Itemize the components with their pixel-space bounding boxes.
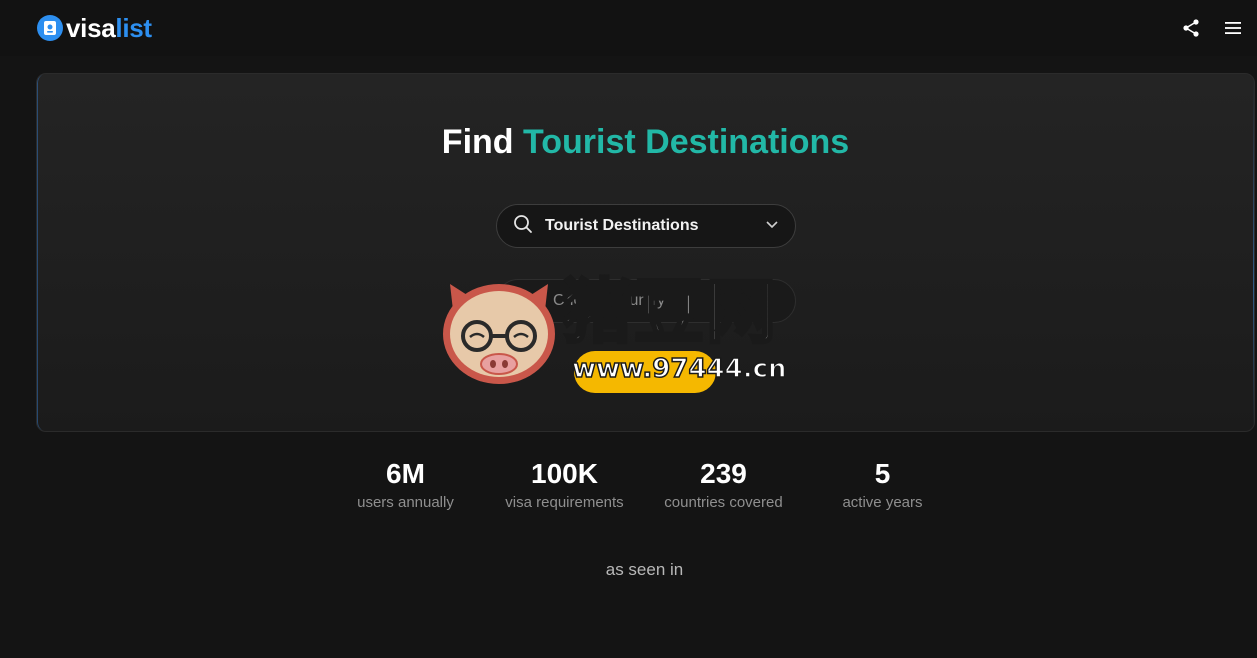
search-type-select[interactable]: Tourist Destinations: [496, 204, 796, 248]
search-hero-card: Find Tourist Destinations Tourist Destin…: [36, 73, 1255, 432]
logo-visa-text: visa: [66, 13, 116, 43]
country-field[interactable]: [496, 279, 796, 323]
stat-value: 5: [874, 458, 891, 489]
search-button[interactable]: [574, 351, 716, 393]
loading-spinner-icon: [513, 290, 531, 313]
logo-wordmark: visalist: [66, 15, 152, 41]
share-icon[interactable]: [1179, 16, 1203, 40]
stats-row: 6M users annually 100K visa requirements…: [326, 456, 966, 526]
stat-value: 239: [700, 458, 747, 489]
stat-users: 6M users annually: [326, 456, 485, 526]
stat-active-years: 5 active years: [803, 456, 962, 526]
chevron-down-icon: [765, 217, 779, 235]
stat-value: 6M: [386, 458, 425, 489]
search-type-value: Tourist Destinations: [545, 217, 699, 234]
title-accent: Tourist Destinations: [523, 123, 850, 161]
stat-visa-requirements: 100K visa requirements: [485, 456, 644, 526]
country-input[interactable]: [551, 291, 771, 311]
header-actions: [1179, 16, 1245, 40]
stat-value: 100K: [531, 458, 598, 489]
top-header: visalist: [0, 0, 1257, 56]
stat-label: countries covered: [664, 494, 783, 511]
stat-label: visa requirements: [505, 494, 624, 511]
stat-label: active years: [842, 494, 923, 511]
as-seen-in-heading: as seen in: [605, 560, 684, 579]
passport-icon: [37, 15, 63, 41]
title-prefix: Find: [441, 123, 514, 161]
search-icon: [513, 214, 533, 239]
page-title: Find Tourist Destinations: [37, 122, 1254, 162]
hamburger-menu-icon[interactable]: [1221, 16, 1245, 40]
visalist-logo[interactable]: visalist: [37, 13, 152, 43]
logo-list-text: list: [115, 13, 152, 43]
stat-label: users annually: [357, 494, 454, 511]
stat-countries: 239 countries covered: [644, 456, 803, 526]
